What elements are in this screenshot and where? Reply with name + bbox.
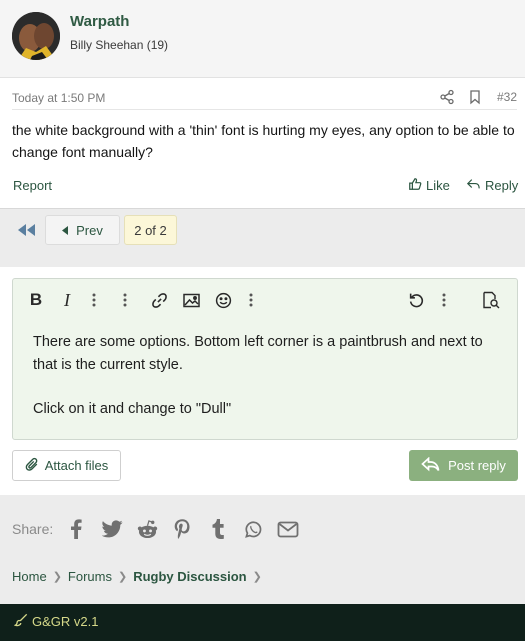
caret-left-icon (62, 225, 69, 235)
editor-toolbar: B I (13, 279, 517, 321)
chevron-right-icon: ❯ (52, 570, 62, 583)
current-page-indicator[interactable]: 2 of 2 (124, 215, 177, 245)
paintbrush-icon (13, 613, 28, 630)
tumblr-icon[interactable] (206, 517, 230, 541)
link-icon[interactable] (148, 289, 170, 311)
user-title: Billy Sheehan (19) (70, 38, 169, 52)
undo-icon[interactable] (405, 289, 427, 311)
reply-icon (466, 177, 481, 194)
reply-icon (421, 456, 440, 475)
more-text-icon[interactable] (83, 289, 105, 311)
double-chevron-left-icon (18, 224, 35, 236)
attach-files-button[interactable]: Attach files (12, 450, 121, 481)
smilie-icon[interactable] (212, 289, 234, 311)
reply-button[interactable]: Reply (466, 177, 518, 194)
reply-label: Reply (485, 178, 519, 193)
prev-label: Prev (76, 222, 103, 238)
share-label: Share: (12, 521, 54, 537)
bold-icon[interactable]: B (25, 289, 47, 311)
breadcrumb-forums[interactable]: Forums (68, 569, 112, 584)
like-button[interactable]: Like (408, 177, 450, 194)
report-link[interactable]: Report (13, 178, 52, 193)
bookmark-icon[interactable] (467, 89, 483, 105)
attach-files-label: Attach files (44, 458, 109, 473)
paperclip-icon (25, 457, 39, 475)
more-options-icon[interactable] (114, 289, 136, 311)
post-message: Warpath Billy Sheehan (19) Today at 1:50… (0, 0, 525, 209)
first-page-button[interactable] (12, 215, 42, 245)
style-chooser-link[interactable]: G&GR v2.1 (13, 613, 99, 630)
breadcrumb-home[interactable]: Home (12, 569, 47, 584)
page-footer: G&GR v2.1 (0, 604, 525, 641)
reddit-icon[interactable] (135, 517, 159, 541)
breadcrumb-rugby-discussion[interactable]: Rugby Discussion (133, 569, 246, 584)
avatar[interactable] (12, 12, 60, 60)
username[interactable]: Warpath (70, 13, 129, 30)
share-icon[interactable] (439, 89, 455, 105)
email-icon[interactable] (276, 517, 300, 541)
post-meta: Today at 1:50 PM #32 (0, 86, 525, 108)
chevron-right-icon: ❯ (117, 570, 128, 583)
post-reply-button[interactable]: Post reply (409, 450, 518, 481)
chevron-right-icon: ❯ (252, 570, 262, 583)
twitter-icon[interactable] (100, 517, 124, 541)
like-label: Like (426, 178, 450, 193)
share-bar: Share: (12, 515, 512, 541)
editor-line-2: Click on it and change to "Dull" (33, 401, 232, 417)
post-date[interactable]: Today at 1:50 PM (12, 91, 105, 105)
post-number[interactable]: #32 (497, 90, 517, 104)
insert-more-icon[interactable] (240, 289, 262, 311)
prev-page-button[interactable]: Prev (45, 215, 120, 245)
editor-line-1: There are some options. Bottom left corn… (33, 334, 483, 373)
whatsapp-icon[interactable] (241, 517, 265, 541)
style-name: G&GR v2.1 (32, 614, 99, 629)
post-body: the white background with a 'thin' font … (12, 122, 515, 160)
post-user-header: Warpath Billy Sheehan (19) (0, 0, 525, 78)
quick-reply: B I There are some options. Bottom left … (0, 267, 525, 495)
editor-content[interactable]: There are some options. Bottom left corn… (33, 331, 503, 421)
italic-icon[interactable]: I (56, 289, 78, 311)
facebook-icon[interactable] (64, 517, 88, 541)
preview-icon[interactable] (479, 289, 501, 311)
page-nav: Prev 2 of 2 (0, 209, 525, 267)
thumbs-up-icon (408, 177, 422, 194)
pinterest-icon[interactable] (170, 517, 194, 541)
divider (12, 109, 517, 110)
more-icon[interactable] (433, 289, 455, 311)
image-icon[interactable] (180, 289, 202, 311)
reply-editor[interactable]: B I There are some options. Bottom left … (12, 278, 518, 440)
breadcrumb: Home ❯ Forums ❯ Rugby Discussion ❯ (12, 567, 262, 585)
post-reply-label: Post reply (448, 458, 506, 473)
